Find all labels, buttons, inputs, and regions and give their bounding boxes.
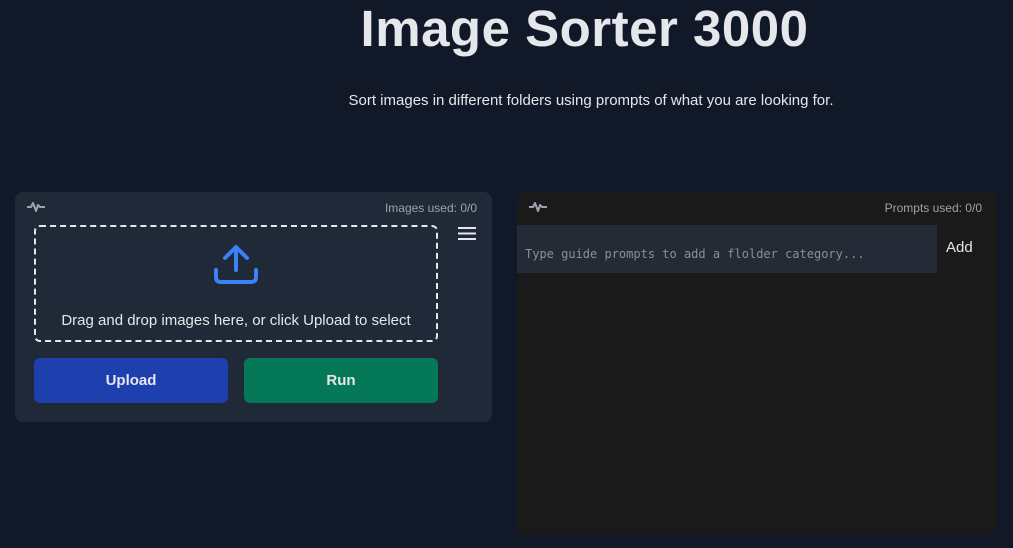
images-used-counter: Images used: 0/0 — [384, 201, 477, 215]
prompt-input[interactable] — [517, 225, 937, 273]
image-dropzone[interactable]: Drag and drop images here, or click Uplo… — [34, 225, 438, 342]
pulse-icon — [27, 202, 45, 212]
prompts-used-counter: Prompts used: 0/0 — [884, 201, 982, 215]
page-subtitle: Sort images in different folders using p… — [348, 92, 834, 109]
run-button[interactable]: Run — [244, 358, 438, 403]
dropzone-text: Drag and drop images here, or click Uplo… — [61, 312, 411, 329]
upload-button[interactable]: Upload — [34, 358, 228, 403]
hamburger-menu-icon[interactable] — [458, 227, 476, 240]
prompts-panel: Prompts used: 0/0 Add — [517, 192, 997, 535]
page-title: Image Sorter 3000 — [360, 0, 809, 57]
pulse-icon — [529, 202, 547, 212]
images-panel: Images used: 0/0 Drag and drop images he… — [15, 192, 492, 422]
add-prompt-button[interactable]: Add — [946, 239, 973, 257]
upload-icon — [214, 245, 258, 284]
